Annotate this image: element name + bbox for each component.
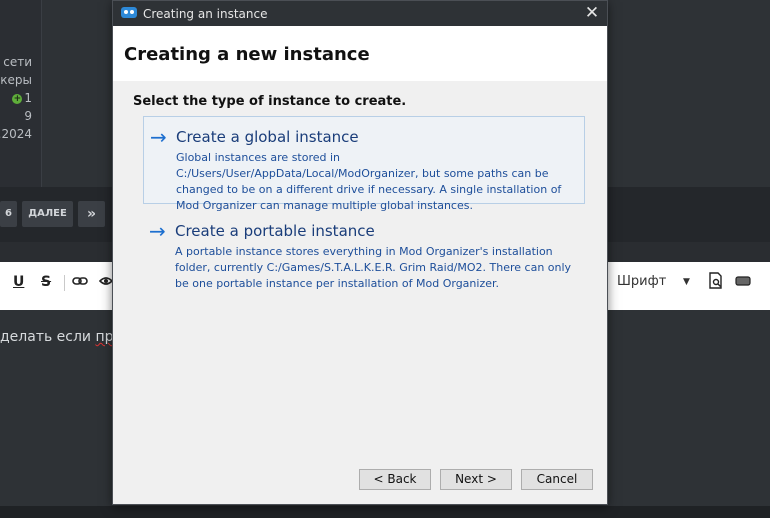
close-icon: ✕ [584, 3, 600, 23]
link-button[interactable] [72, 272, 88, 292]
instance-type-label: Select the type of instance to create. [133, 94, 407, 109]
portable-instance-option[interactable]: → Create a portable instance A portable … [143, 211, 585, 293]
document-search-icon [709, 272, 722, 289]
page-footer-strip [0, 506, 770, 518]
global-instance-description: Global instances are stored in C:/Users/… [176, 151, 562, 212]
user-post-count: 9 [24, 109, 32, 123]
font-dropdown[interactable]: Шрифт [617, 272, 666, 292]
close-button[interactable]: ✕ [577, 1, 607, 26]
wizard-header: Creating a new instance [113, 26, 607, 81]
user-online-status: в сети [0, 55, 32, 69]
mod-organizer-icon [121, 7, 137, 18]
link-icon [72, 277, 88, 285]
global-instance-option[interactable]: → Create a global instance Global instan… [143, 116, 585, 212]
editor-text-plain: делать если [0, 329, 96, 345]
global-instance-title: Create a global instance [176, 128, 359, 146]
window-title: Creating an instance [143, 7, 268, 21]
cancel-button[interactable]: Cancel [521, 469, 593, 490]
font-dropdown-label: Шрифт [617, 274, 667, 289]
strikethrough-button[interactable]: S [41, 272, 51, 292]
next-button[interactable]: Next > [440, 469, 512, 490]
plus-icon: + [12, 94, 23, 104]
underline-button[interactable]: U [13, 272, 24, 292]
page-title: Creating a new instance [124, 44, 370, 65]
user-reputation: +1 [12, 91, 32, 105]
search-replace-button[interactable] [708, 272, 724, 292]
toolbar-divider [64, 275, 65, 291]
reputation-count: 1 [24, 91, 32, 105]
user-join-date: .2024 [0, 127, 32, 141]
user-rank: акеры [0, 73, 32, 87]
title-bar[interactable]: Creating an instance ✕ [113, 1, 607, 26]
back-button[interactable]: < Back [359, 469, 431, 490]
arrow-right-icon: → [150, 125, 167, 149]
next-page-button[interactable]: ДАЛЕЕ [22, 201, 73, 227]
editor-text: делать если пр [0, 329, 114, 345]
preview-button[interactable] [98, 272, 114, 292]
portable-instance-description: A portable instance stores everything in… [175, 245, 572, 290]
arrow-right-icon: → [149, 219, 166, 243]
eye-icon [98, 277, 114, 285]
last-page-button[interactable]: » [78, 201, 105, 227]
toggle-bbcode-button[interactable] [735, 272, 751, 292]
page-6-button[interactable]: 6 [0, 201, 17, 227]
create-instance-dialog: Creating an instance ✕ Creating a new in… [112, 0, 608, 505]
rectangle-icon [735, 276, 751, 286]
portable-instance-title: Create a portable instance [175, 222, 375, 240]
chevron-down-icon[interactable]: ▼ [683, 272, 690, 292]
editor-text-misspelled: пр [95, 329, 114, 345]
